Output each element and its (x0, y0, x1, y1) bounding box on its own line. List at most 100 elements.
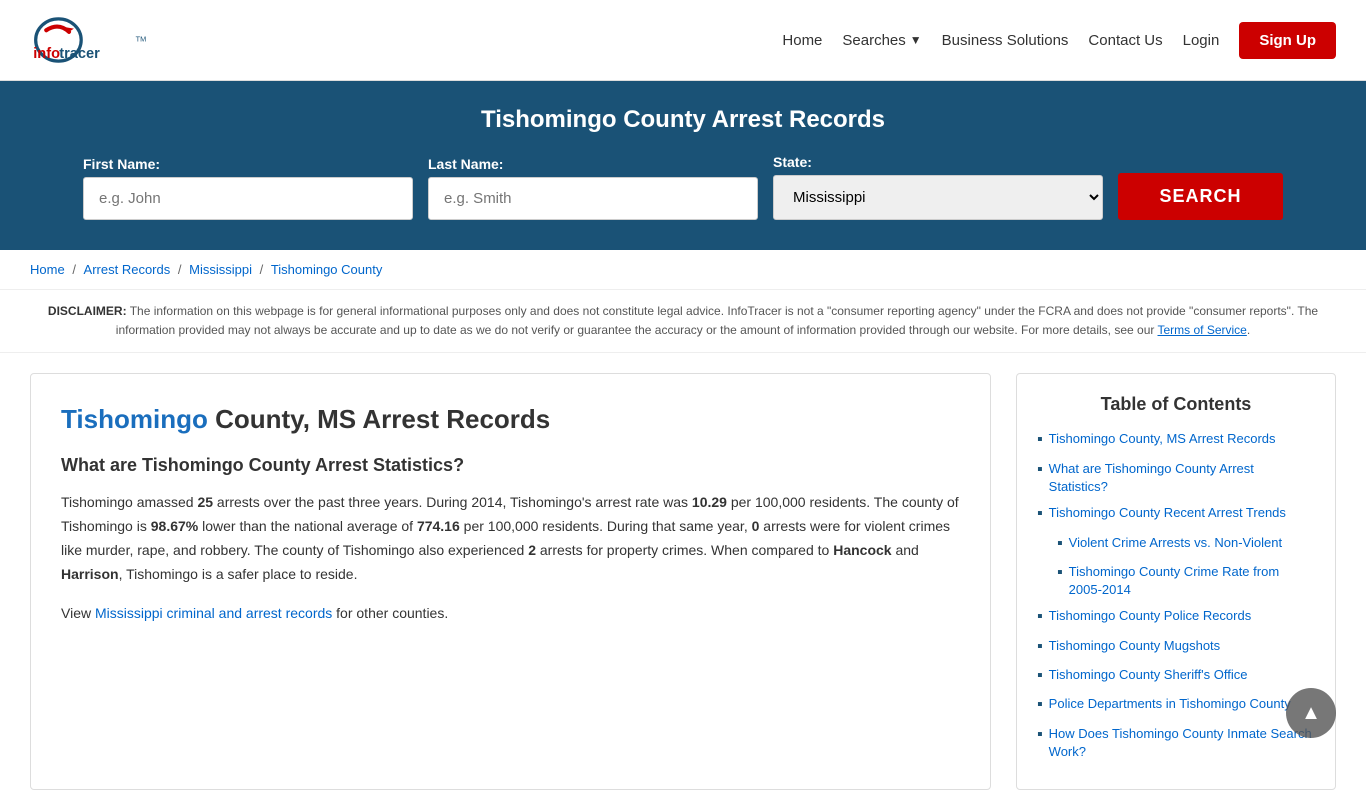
last-name-label: Last Name: (428, 156, 758, 172)
breadcrumb-sep-3: / (260, 262, 267, 277)
searches-chevron-icon: ▼ (910, 33, 922, 47)
toc-bullet-icon: ▪ (1057, 562, 1063, 584)
para-mid: arrests over the past three years. Durin… (213, 494, 692, 510)
num-pct: 98.67% (151, 518, 198, 534)
toc-item: ▪ Tishomingo County Sheriff's Office (1037, 666, 1315, 687)
toc-item: ▪What are Tishomingo County Arrest Stati… (1037, 460, 1315, 496)
num-1029: 10.29 (692, 494, 727, 510)
toc-bullet-icon: ▪ (1037, 636, 1043, 658)
breadcrumb-mississippi[interactable]: Mississippi (189, 262, 252, 277)
heading-highlight: Tishomingo (61, 404, 208, 434)
para-mid4: per 100,000 residents. During that same … (460, 518, 752, 534)
para-mid3: lower than the national average of (198, 518, 417, 534)
last-name-group: Last Name: (428, 156, 758, 220)
toc-item: ▪ Tishomingo County Police Records (1037, 607, 1315, 628)
toc-bullet-icon: ▪ (1037, 665, 1043, 687)
toc-item: ▪ How Does Tishomingo County Inmate Searc… (1037, 725, 1315, 761)
tos-link[interactable]: Terms of Service (1158, 323, 1247, 337)
disclaimer-text: The information on this webpage is for g… (116, 304, 1318, 337)
heading-rest: County, MS Arrest Records (208, 404, 550, 434)
view-records-suffix: for other counties. (332, 605, 448, 621)
view-records-prefix: View (61, 605, 95, 621)
nav-home[interactable]: Home (782, 32, 822, 49)
stats-heading: What are Tishomingo County Arrest Statis… (61, 455, 960, 476)
toc-link[interactable]: Tishomingo County Sheriff's Office (1049, 666, 1248, 684)
toc-bullet-icon: ▪ (1037, 606, 1043, 628)
toc-bullet-icon: ▪ (1037, 694, 1043, 716)
toc-item: ▪ Violent Crime Arrests vs. Non-Violent (1037, 534, 1315, 555)
logo-area: info tracer TM (30, 10, 160, 70)
toc-item: ▪ Tishomingo County Mugshots (1037, 637, 1315, 658)
toc-link[interactable]: Tishomingo County, MS Arrest Records (1049, 430, 1276, 448)
toc-link[interactable]: Violent Crime Arrests vs. Non-Violent (1069, 534, 1282, 552)
first-name-label: First Name: (83, 156, 413, 172)
svg-text:TM: TM (136, 35, 147, 44)
breadcrumb-sep-2: / (178, 262, 185, 277)
scroll-up-icon: ▲ (1301, 702, 1321, 725)
ms-records-link[interactable]: Mississippi criminal and arrest records (95, 605, 332, 621)
banner-title: Tishomingo County Arrest Records (30, 106, 1336, 134)
breadcrumb-arrest-records[interactable]: Arrest Records (84, 262, 171, 277)
signup-button[interactable]: Sign Up (1239, 22, 1336, 59)
num-2: 2 (528, 542, 536, 558)
stats-paragraph: Tishomingo amassed 25 arrests over the p… (61, 491, 960, 586)
toc-list: ▪Tishomingo County, MS Arrest Records▪Wh… (1037, 430, 1315, 761)
breadcrumb-sep-1: / (72, 262, 79, 277)
state-label: State: (773, 154, 1103, 170)
toc-bullet-icon: ▪ (1057, 533, 1063, 555)
site-header: info tracer TM Home Searches ▼ Business … (0, 0, 1366, 81)
toc-item: ▪ Tishomingo County, MS Arrest Records (1037, 430, 1315, 451)
last-name-input[interactable] (428, 177, 758, 220)
num-77416: 774.16 (417, 518, 460, 534)
toc-link[interactable]: What are Tishomingo County Arrest Statis… (1049, 460, 1315, 496)
state-group: State: Mississippi Alabama Alaska Arizon… (773, 154, 1103, 220)
search-button-wrap: SEARCH (1118, 173, 1283, 220)
first-name-group: First Name: (83, 156, 413, 220)
toc-link[interactable]: Tishomingo County Recent Arrest Trends (1049, 504, 1286, 522)
toc-title: Table of Contents (1037, 394, 1315, 415)
para-before-25: Tishomingo amassed (61, 494, 197, 510)
nav-contact-us[interactable]: Contact Us (1088, 32, 1162, 49)
scroll-to-top-button[interactable]: ▲ (1286, 688, 1336, 738)
page-heading: Tishomingo County, MS Arrest Records (61, 404, 960, 435)
toc-item: ▪ Police Departments in Tishomingo County (1037, 695, 1315, 716)
svg-text:info: info (33, 46, 60, 62)
toc-link[interactable]: Tishomingo County Mugshots (1049, 637, 1221, 655)
search-button[interactable]: SEARCH (1118, 173, 1283, 220)
nav-business-solutions[interactable]: Business Solutions (942, 32, 1069, 49)
bold-harrison: Harrison (61, 566, 119, 582)
toc-bullet-icon: ▪ (1037, 724, 1043, 746)
main-content: Tishomingo County, MS Arrest Records Wha… (0, 353, 1366, 810)
nav-login[interactable]: Login (1183, 32, 1220, 49)
search-banner: Tishomingo County Arrest Records First N… (0, 81, 1366, 250)
para-mid7: and (892, 542, 919, 558)
svg-text:tracer: tracer (59, 46, 100, 62)
breadcrumb-home[interactable]: Home (30, 262, 65, 277)
site-logo: info tracer TM (30, 10, 160, 70)
right-sidebar: Table of Contents ▪ Tishomingo County, MS… (1016, 373, 1336, 790)
num-25: 25 (197, 494, 213, 510)
breadcrumb: Home / Arrest Records / Mississippi / Ti… (0, 250, 1366, 290)
toc-box: Table of Contents ▪ Tishomingo County, MS… (1016, 373, 1336, 790)
breadcrumb-tishomingo[interactable]: Tishomingo County (271, 262, 383, 277)
toc-link[interactable]: How Does Tishomingo County Inmate Search… (1049, 725, 1315, 761)
view-records-paragraph: View Mississippi criminal and arrest rec… (61, 602, 960, 626)
toc-link[interactable]: Tishomingo County Crime Rate from 2005-2… (1069, 563, 1315, 599)
para-mid6: arrests for property crimes. When compar… (536, 542, 833, 558)
toc-item: ▪ Tishomingo County Recent Arrest Trends (1037, 504, 1315, 525)
left-content: Tishomingo County, MS Arrest Records Wha… (30, 373, 991, 790)
disclaimer-label: DISCLAIMER: (48, 304, 127, 318)
toc-link[interactable]: Tishomingo County Police Records (1049, 607, 1252, 625)
bold-hancock: Hancock (833, 542, 891, 558)
toc-bullet-icon: ▪ (1037, 429, 1043, 451)
main-nav: Home Searches ▼ Business Solutions Conta… (782, 22, 1336, 59)
state-select[interactable]: Mississippi Alabama Alaska Arizona Arkan… (773, 175, 1103, 220)
disclaimer-bar: DISCLAIMER: The information on this webp… (0, 290, 1366, 353)
toc-link[interactable]: Police Departments in Tishomingo County (1049, 695, 1291, 713)
first-name-input[interactable] (83, 177, 413, 220)
toc-item: ▪ Tishomingo County Crime Rate from 2005-… (1037, 563, 1315, 599)
toc-bullet-icon: ▪ (1037, 503, 1043, 525)
search-form: First Name: Last Name: State: Mississipp… (83, 154, 1283, 220)
nav-searches[interactable]: Searches ▼ (842, 32, 921, 49)
para-end: , Tishomingo is a safer place to reside. (119, 566, 358, 582)
